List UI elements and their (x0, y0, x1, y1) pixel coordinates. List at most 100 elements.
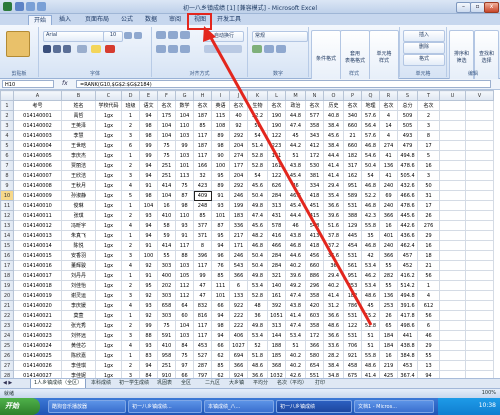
cell[interactable]: 29 (417, 340, 440, 351)
cell[interactable]: 4 (417, 290, 440, 301)
cell[interactable]: 514.2 (397, 280, 418, 291)
column-header-f[interactable]: F (157, 90, 176, 101)
cell[interactable]: 46.6 (285, 190, 306, 201)
cell[interactable] (465, 150, 494, 161)
cell[interactable]: 014140004 (13, 140, 62, 151)
cell[interactable]: 40.8 (323, 110, 344, 121)
cell[interactable] (439, 360, 466, 371)
delete-cells-button[interactable]: 删除 (403, 42, 445, 54)
cell[interactable]: 57.6 (361, 130, 380, 141)
cell[interactable]: 313 (267, 200, 286, 211)
cell[interactable]: 名次 (343, 100, 362, 111)
cell[interactable]: 388 (343, 210, 362, 221)
cell[interactable]: 99 (139, 140, 158, 151)
cell[interactable]: 1gx (95, 190, 122, 201)
column-header-e[interactable]: E (139, 90, 158, 101)
cell[interactable]: 204 (229, 170, 248, 181)
comma-icon[interactable] (276, 45, 286, 53)
cell[interactable]: 014140002 (13, 120, 62, 131)
align-right-icon[interactable] (180, 45, 190, 53)
cell[interactable]: 黄佳芯 (61, 340, 96, 351)
cell[interactable]: 3 (417, 170, 440, 181)
cell[interactable]: 162 (343, 170, 362, 181)
cell[interactable]: 117 (193, 130, 212, 141)
cell[interactable]: 95 (211, 230, 230, 241)
cell[interactable] (465, 180, 494, 191)
cell[interactable]: 40.2 (285, 350, 306, 361)
cell[interactable]: 253 (379, 300, 398, 311)
cell[interactable]: 名次 (417, 100, 440, 111)
cell[interactable]: 478.6 (397, 160, 418, 171)
cell[interactable]: 103 (175, 330, 194, 341)
cell[interactable]: 420 (305, 300, 324, 311)
cell[interactable]: 46.8 (285, 240, 306, 251)
cell[interactable]: 王英泽 (61, 120, 96, 131)
row-header[interactable]: 26 (0, 350, 14, 361)
cell[interactable]: 1gx (95, 120, 122, 131)
cell[interactable]: 1gx (95, 200, 122, 211)
cell[interactable]: 104 (175, 110, 194, 121)
row-header[interactable]: 12 (0, 210, 14, 221)
cell[interactable]: 49.8 (247, 320, 268, 331)
cell[interactable]: 13 (417, 360, 440, 371)
cell[interactable]: 1 (121, 350, 140, 361)
row-header[interactable]: 25 (0, 340, 14, 351)
cell[interactable]: 014140023 (13, 330, 62, 341)
cell[interactable]: 50.4 (247, 250, 268, 261)
cell[interactable]: 1gx (95, 150, 122, 161)
cell[interactable]: 95 (211, 170, 230, 181)
cell[interactable]: 57.6 (361, 110, 380, 121)
row-header[interactable]: 5 (0, 140, 14, 151)
cell[interactable]: 28.2 (323, 350, 344, 361)
cell[interactable]: 453 (397, 360, 418, 371)
cell[interactable]: 1gx (95, 170, 122, 181)
cell[interactable]: 111 (211, 280, 230, 291)
cell[interactable]: 莫萱 (61, 310, 96, 321)
cell[interactable]: 296 (305, 280, 324, 291)
cell[interactable]: 6 (229, 280, 248, 291)
cell[interactable]: 366 (379, 250, 398, 261)
cell[interactable]: 53.4 (361, 260, 380, 271)
cell[interactable]: 王世晗 (61, 140, 96, 151)
cell[interactable]: 014140020 (13, 300, 62, 311)
cell[interactable]: 217 (229, 230, 248, 241)
cell[interactable]: 李庆媛 (61, 300, 96, 311)
cell[interactable]: 317 (343, 160, 362, 171)
cell[interactable]: 418 (305, 190, 324, 201)
cell[interactable]: 55 (417, 350, 440, 361)
cell[interactable]: 202 (157, 280, 176, 291)
cell[interactable]: 46.8 (361, 200, 380, 211)
cell[interactable]: 100 (139, 250, 158, 261)
zoom-level[interactable]: 100% (482, 390, 496, 396)
cell[interactable]: 303 (157, 310, 176, 321)
cell[interactable]: 1gx (95, 230, 122, 241)
cell[interactable]: 161 (267, 150, 286, 161)
cell[interactable]: 543 (229, 260, 248, 271)
cell[interactable]: 410 (157, 340, 176, 351)
cell[interactable]: 223 (267, 140, 286, 151)
cell[interactable]: 1gx (95, 330, 122, 341)
cell[interactable]: 117 (193, 320, 212, 331)
cell[interactable]: 2 (121, 280, 140, 291)
sheet-tab[interactable]: 初一学生成绩 (116, 379, 152, 388)
cell[interactable] (465, 190, 494, 201)
cell[interactable]: 41.4 (323, 160, 344, 171)
cell[interactable] (465, 280, 494, 291)
row-header[interactable]: 27 (0, 360, 14, 371)
cell[interactable]: 44.4 (285, 210, 306, 221)
cell[interactable]: 40.2 (285, 360, 306, 371)
cell[interactable]: 334 (305, 180, 324, 191)
cell[interactable]: 660 (343, 120, 362, 131)
column-header-v[interactable]: V (465, 90, 494, 101)
cell[interactable]: 冯昕宇 (61, 220, 96, 231)
cell[interactable]: 1gx (95, 300, 122, 311)
cell[interactable]: 921 (343, 350, 362, 361)
start-button[interactable]: 开始 (0, 398, 40, 415)
cell[interactable]: 王欣洁 (61, 170, 96, 181)
sheet-tab[interactable]: 二九区 (202, 379, 223, 388)
cell[interactable]: 53.4 (285, 330, 306, 341)
function-icon[interactable]: fx (62, 80, 68, 87)
cell[interactable]: 51 (361, 340, 380, 351)
cell[interactable]: 183 (229, 210, 248, 221)
cell[interactable] (439, 280, 466, 291)
